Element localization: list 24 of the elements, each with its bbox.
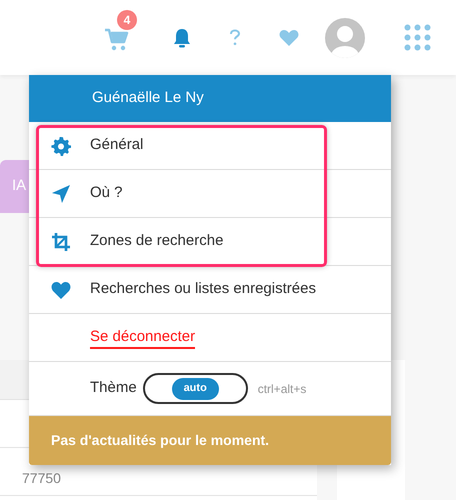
tag: IA [0, 160, 29, 213]
menu-item[interactable]: Où ? [90, 182, 123, 205]
menu-item[interactable]: Général [90, 134, 144, 157]
cart-count-badge: 4 [117, 10, 137, 30]
cart-icon[interactable] [104, 28, 130, 52]
table-cell: 77750 [22, 470, 61, 486]
theme-label: Thème [90, 378, 137, 398]
bell-icon[interactable] [173, 28, 191, 48]
news-banner: Pas d'actualités pour le moment. [29, 416, 391, 465]
navigation-arrow-icon [51, 184, 71, 204]
menu-item[interactable]: Recherches ou listes enregistrées [90, 278, 316, 301]
help-icon[interactable] [229, 29, 241, 46]
menu-item[interactable]: Zones de recherche [90, 230, 224, 253]
avatar-icon[interactable] [325, 18, 365, 58]
user-name: Guénaëlle Le Ny [29, 75, 391, 122]
apps-grid-icon[interactable] [404, 24, 431, 51]
keyboard-shortcut: ctrl+alt+s [258, 380, 306, 398]
theme-value: auto [172, 378, 219, 400]
heart-icon [51, 280, 71, 300]
logout-link[interactable]: Se déconnecter [90, 326, 196, 348]
heart-icon[interactable] [279, 28, 299, 46]
gear-icon [51, 136, 71, 156]
theme-toggle[interactable]: auto [142, 373, 248, 404]
crop-icon [51, 232, 71, 252]
